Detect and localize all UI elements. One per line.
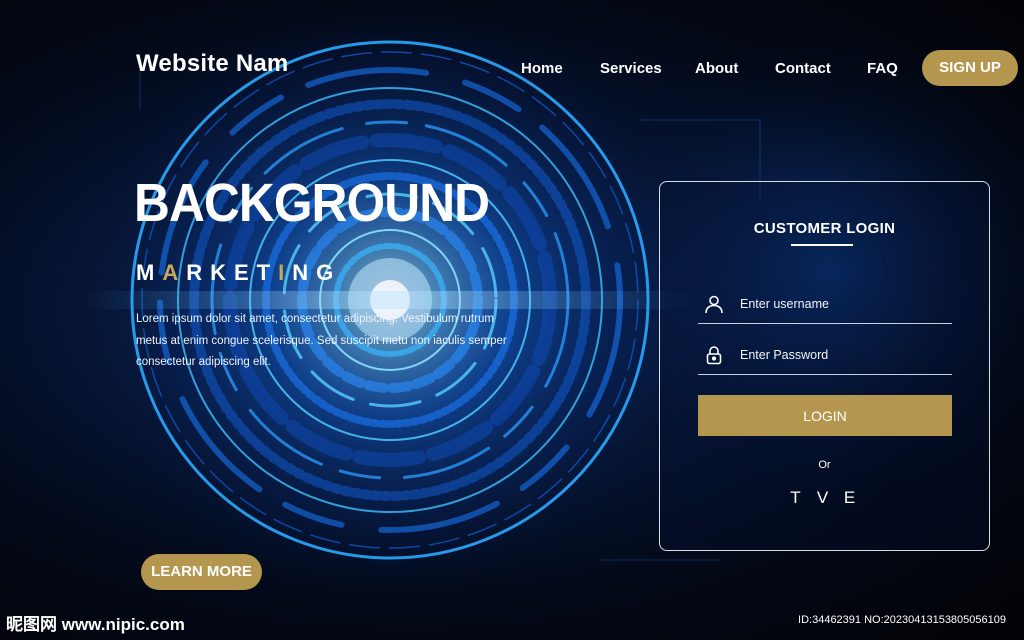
subtitle-part: RKET — [186, 260, 279, 285]
user-icon — [705, 295, 723, 314]
watermark-id: ID:34462391 NO:20230413153805056109 — [798, 614, 1006, 626]
username-input[interactable] — [740, 292, 945, 316]
watermark-site: 昵图网 www.nipic.com — [6, 615, 185, 634]
social-e-link[interactable]: E — [838, 488, 865, 508]
login-title: CUSTOMER LOGIN — [753, 220, 896, 237]
password-field[interactable] — [698, 335, 952, 375]
hero-description: Lorem ipsum dolor sit amet, consectetur … — [136, 313, 507, 368]
background-scene: Website Nam Home Services About Contact … — [0, 0, 1024, 640]
nav-home[interactable]: Home — [521, 60, 563, 80]
nav-about[interactable]: About — [695, 60, 738, 80]
social-v-link[interactable]: V — [811, 488, 838, 508]
login-button[interactable]: LOGIN — [698, 395, 952, 436]
username-field[interactable] — [698, 284, 952, 324]
lock-icon — [706, 346, 722, 365]
sign-up-button[interactable]: SIGN UP — [922, 50, 1018, 86]
hero-subtitle: MARKETING — [136, 260, 341, 286]
password-input[interactable] — [740, 343, 945, 367]
subtitle-part-accent: I — [278, 260, 293, 285]
social-twitter-link[interactable]: T — [784, 488, 811, 508]
learn-more-button[interactable]: LEARN MORE — [141, 554, 262, 590]
hero-title: BACKGROUND — [134, 173, 490, 233]
or-divider-text: Or — [818, 459, 831, 471]
subtitle-part: NG — [292, 260, 342, 285]
nav-contact[interactable]: Contact — [775, 60, 831, 80]
title-underline — [791, 244, 853, 246]
site-logo[interactable]: Website Nam — [136, 50, 288, 78]
subtitle-part: M — [136, 260, 163, 285]
login-panel: CUSTOMER LOGIN LOGIN Or TVE — [659, 181, 990, 551]
subtitle-part-accent: A — [162, 260, 187, 285]
nav-services[interactable]: Services — [600, 60, 662, 80]
nav-faq[interactable]: FAQ — [867, 60, 898, 80]
social-login-row: TVE — [660, 488, 989, 508]
